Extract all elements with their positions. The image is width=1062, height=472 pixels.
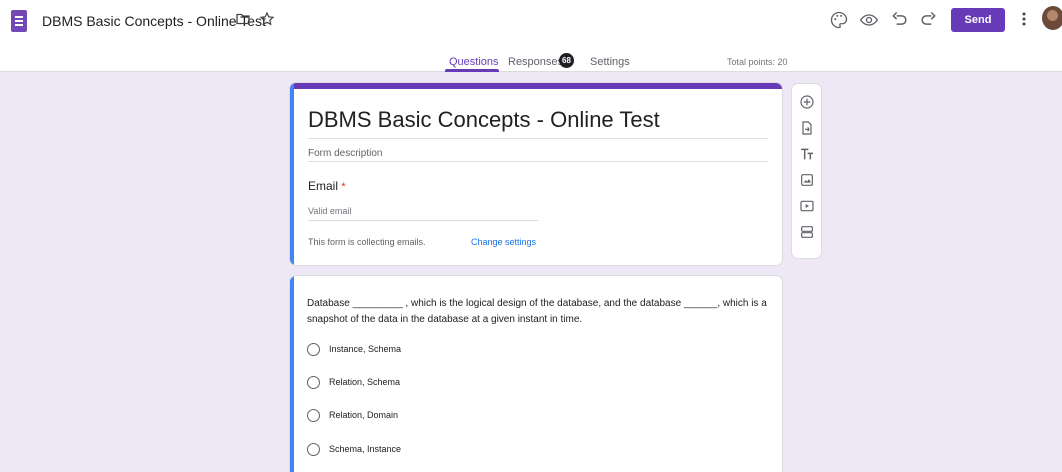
form-description-field[interactable]: Form description [308, 148, 382, 159]
tab-settings[interactable]: Settings [590, 56, 630, 68]
option-label: Relation, Schema [329, 377, 401, 387]
preview-eye-icon[interactable] [859, 10, 879, 30]
add-video-icon[interactable] [799, 198, 815, 214]
palette-icon[interactable] [829, 10, 849, 30]
change-settings-link[interactable]: Change settings [471, 237, 536, 247]
avatar[interactable] [1042, 6, 1062, 30]
undo-icon[interactable] [890, 10, 910, 30]
email-label: Email * [308, 179, 346, 193]
radio-button[interactable] [307, 376, 320, 389]
document-title[interactable]: DBMS Basic Concepts - Online Test [42, 13, 266, 29]
focus-indicator [290, 276, 294, 472]
option-label: Schema, Instance [329, 444, 402, 454]
send-button[interactable]: Send [951, 8, 1005, 32]
total-points: Total points: 20 [727, 57, 788, 67]
tab-questions[interactable]: Questions [449, 56, 499, 68]
option-label: Instance, Schema [329, 344, 402, 354]
add-section-icon[interactable] [799, 224, 815, 240]
redo-icon[interactable] [918, 10, 938, 30]
form-header-card[interactable]: DBMS Basic Concepts - Online Test Form d… [289, 82, 783, 266]
import-questions-icon[interactable] [799, 120, 815, 136]
radio-button[interactable] [307, 443, 320, 456]
app-header: DBMS Basic Concepts - Online Test Send Q… [0, 0, 1062, 72]
add-image-icon[interactable] [799, 172, 815, 188]
option-label: Relation, Domain [329, 410, 399, 420]
description-underline [308, 161, 768, 162]
theme-color-bar [290, 83, 782, 89]
more-vert-icon[interactable] [1021, 11, 1027, 27]
title-underline [308, 138, 768, 139]
question-toolbar [791, 83, 822, 259]
star-icon[interactable] [259, 11, 275, 27]
radio-button[interactable] [307, 409, 320, 422]
responses-count-badge: 68 [559, 53, 574, 68]
radio-button[interactable] [307, 343, 320, 356]
required-asterisk: * [341, 181, 346, 193]
collecting-emails-note: This form is collecting emails. [308, 237, 426, 247]
folder-icon[interactable] [236, 13, 250, 25]
active-tab-indicator [445, 69, 499, 72]
tab-responses[interactable]: Responses [508, 56, 563, 68]
form-title[interactable]: DBMS Basic Concepts - Online Test [308, 107, 660, 133]
focus-indicator [290, 83, 294, 265]
forms-app-icon[interactable] [11, 10, 27, 32]
add-title-icon[interactable] [799, 146, 815, 162]
email-label-text: Email [308, 179, 339, 193]
add-question-icon[interactable] [799, 94, 815, 110]
email-underline [308, 220, 538, 221]
question-text[interactable]: Database _________ , which is the logica… [307, 296, 772, 328]
email-field: Valid email [308, 206, 352, 216]
question-card[interactable]: Database _________ , which is the logica… [289, 275, 783, 472]
